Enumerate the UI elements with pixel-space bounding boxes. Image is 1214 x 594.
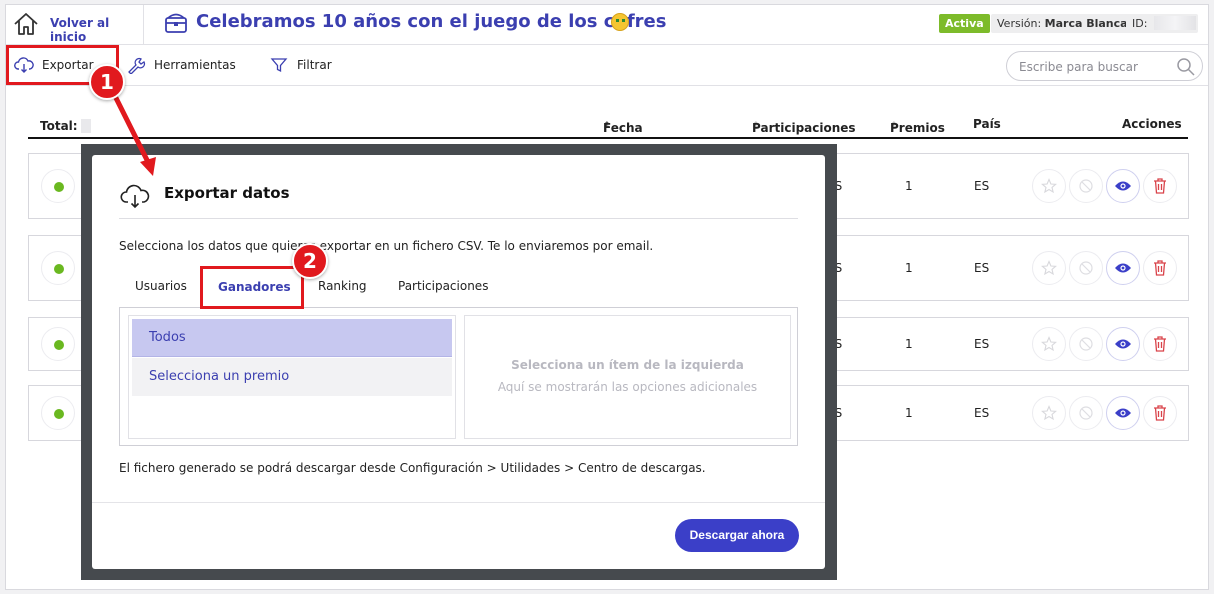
callout-2: 2 <box>292 243 328 279</box>
callout-1: 1 <box>89 64 125 100</box>
annotation-arrow <box>113 95 156 176</box>
